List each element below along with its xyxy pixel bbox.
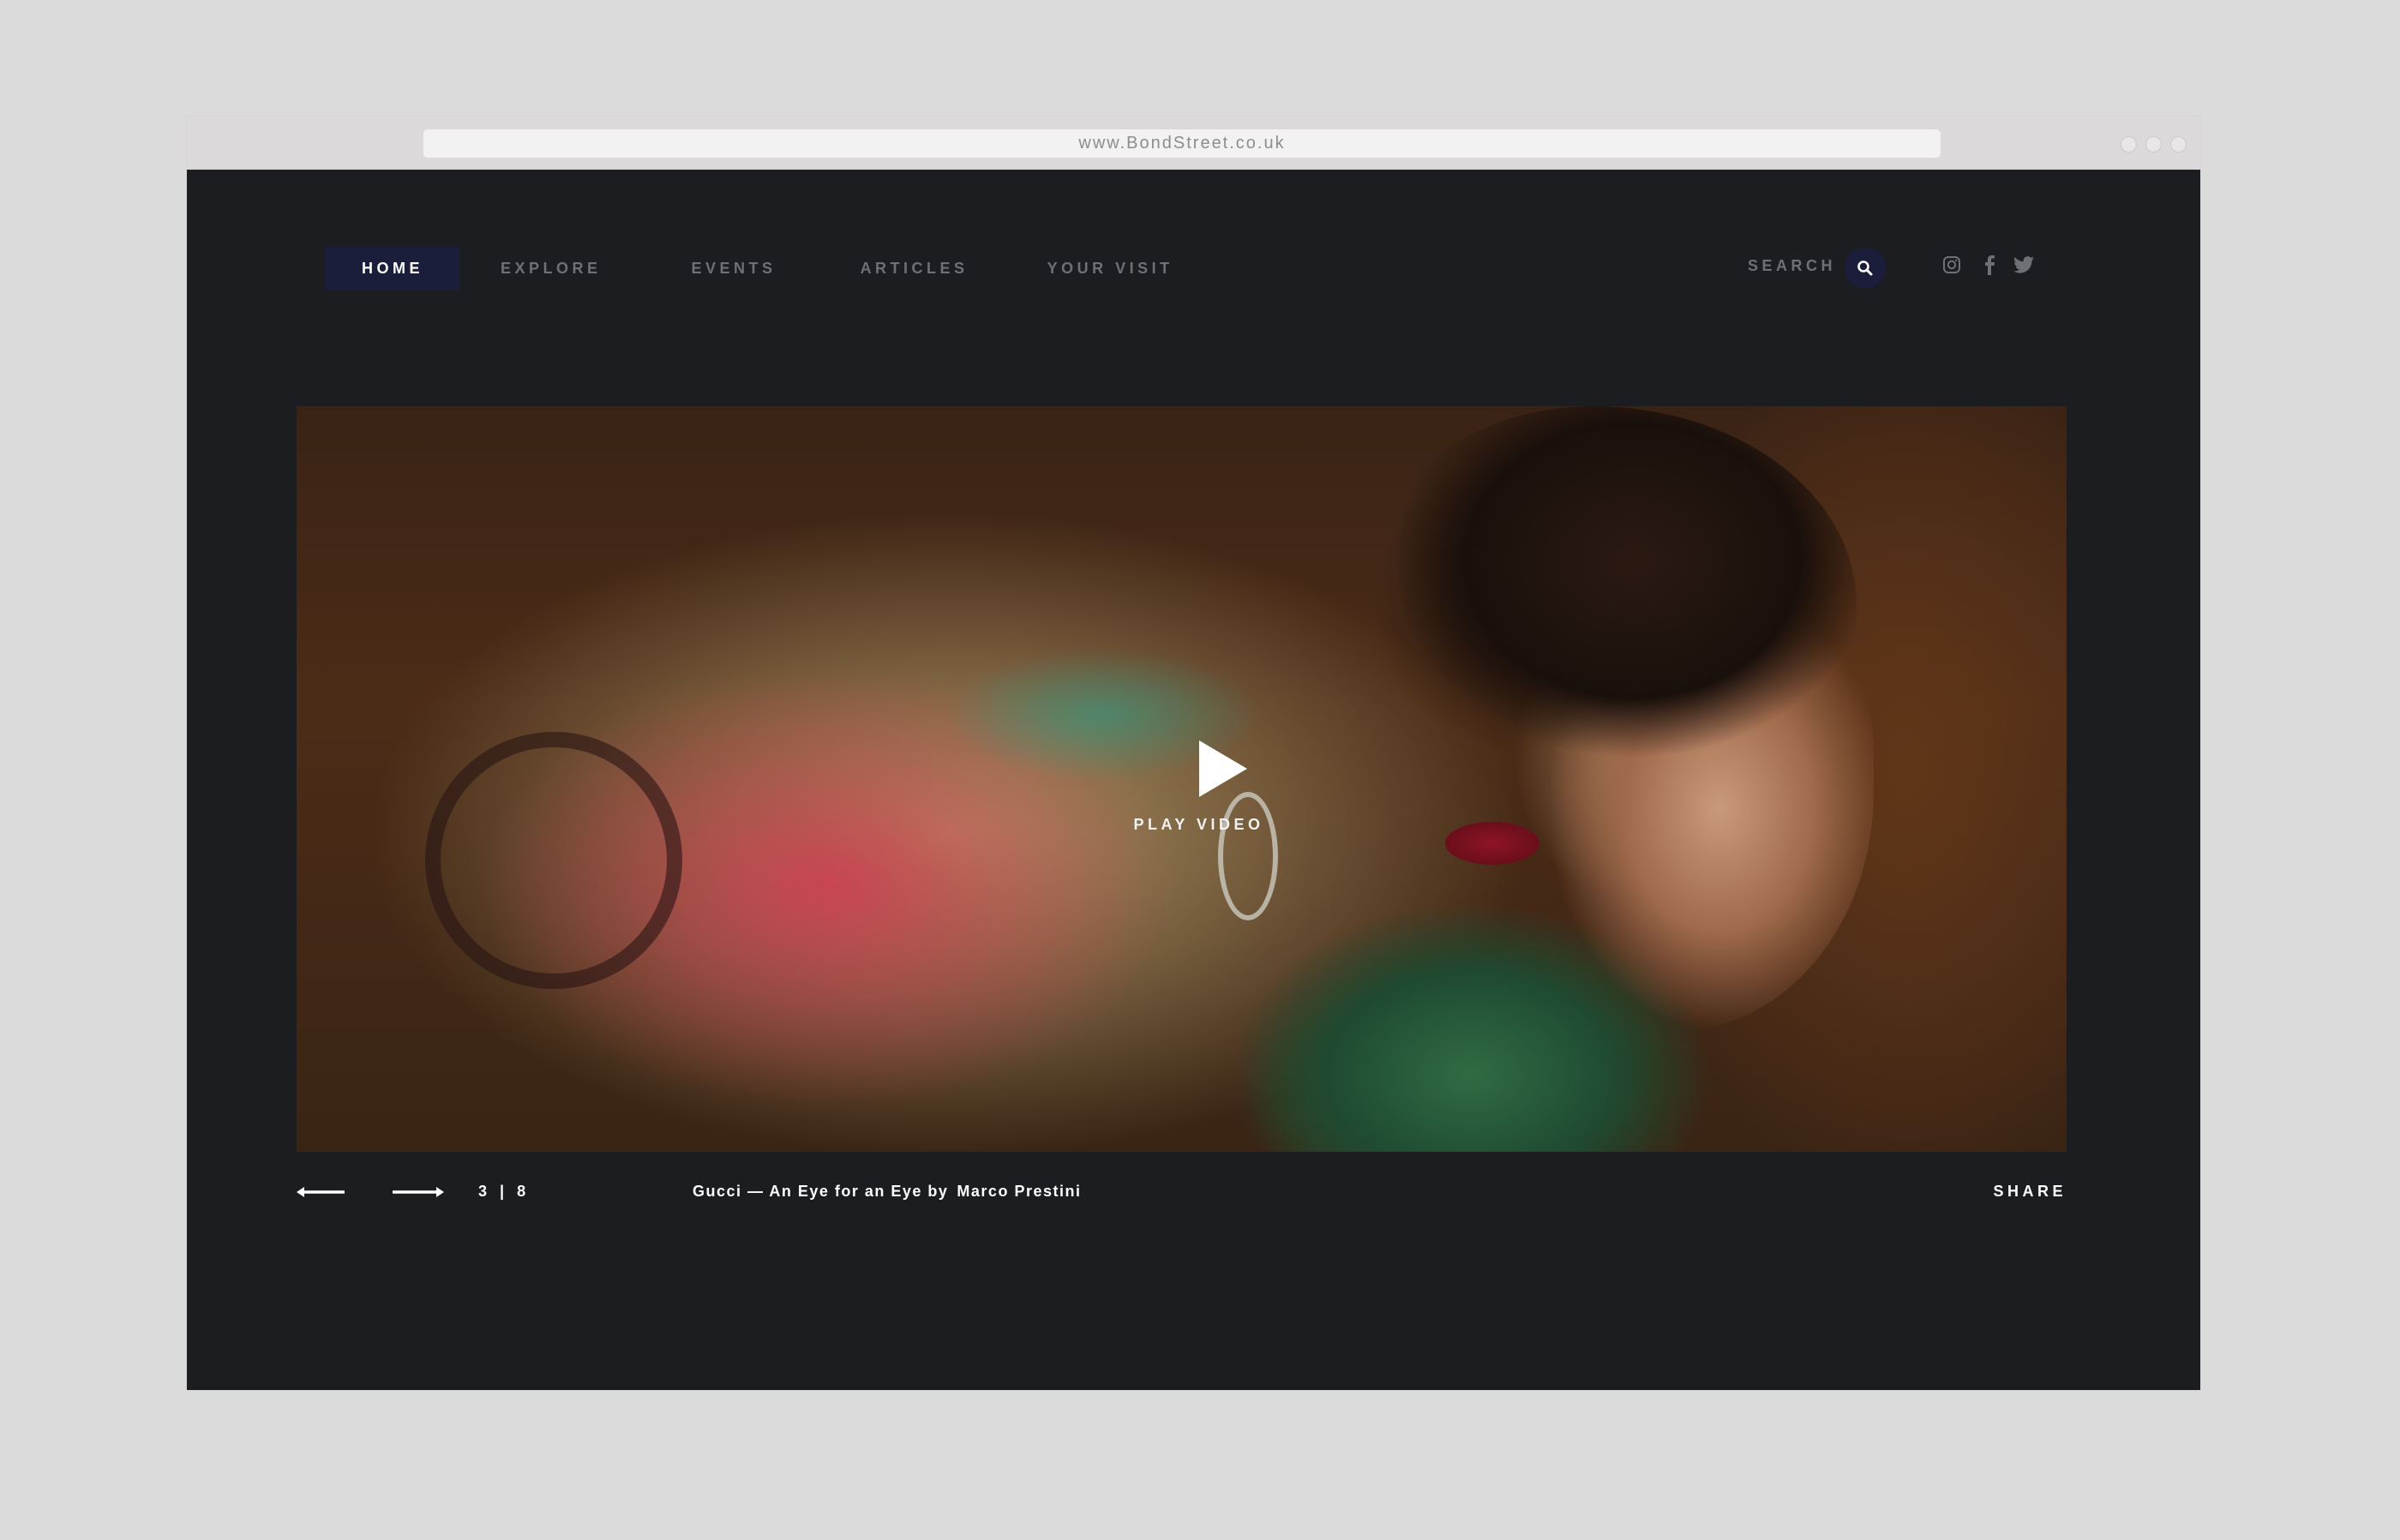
window-dot-2[interactable] xyxy=(2145,136,2162,153)
window-dot-3[interactable] xyxy=(2170,136,2187,153)
slider-controls: 3 | 8 Gucci — An Eye for an Eye by Marco Pr… xyxy=(297,1179,2067,1205)
window-dot-1[interactable] xyxy=(2121,136,2137,153)
hero-video[interactable]: PLAY VIDEO xyxy=(297,406,2067,1152)
slide-total: 8 xyxy=(517,1183,528,1200)
address-bar[interactable]: www.BondStreet.co.uk xyxy=(423,129,1941,158)
slide-caption: Gucci — An Eye for an Eye by Marco Presti… xyxy=(693,1183,1081,1201)
caption-title: Gucci — An Eye for an Eye by xyxy=(693,1183,949,1200)
nav-events[interactable]: EVENTS xyxy=(692,247,777,290)
hero-background-artwork xyxy=(425,732,682,989)
hero-earring xyxy=(1218,792,1278,920)
twitter-link[interactable] xyxy=(2013,254,2035,276)
nav-articles[interactable]: ARTICLES xyxy=(861,247,969,290)
play-video-label[interactable]: PLAY VIDEO xyxy=(297,816,2067,834)
main-nav: HOME EXPLORE EVENTS ARTICLES YOUR VISIT xyxy=(324,247,1173,290)
nav-home[interactable]: HOME xyxy=(324,247,459,290)
search-label[interactable]: SEARCH xyxy=(1748,257,1836,275)
share-button[interactable]: SHARE xyxy=(1993,1183,2067,1201)
slide-current: 3 xyxy=(478,1183,489,1200)
slide-separator: | xyxy=(500,1183,507,1200)
caption-author: Marco Prestini xyxy=(957,1183,1082,1200)
facebook-icon xyxy=(1985,255,1995,275)
browser-window: www.BondStreet.co.uk HOME EXPLORE EVENTS… xyxy=(187,117,2200,1390)
arrow-right-icon[interactable] xyxy=(393,1179,444,1205)
slide-counter: 3 | 8 xyxy=(478,1183,527,1201)
nav-your-visit[interactable]: YOUR VISIT xyxy=(1047,247,1173,290)
play-icon[interactable] xyxy=(1196,739,1251,799)
search-icon xyxy=(1857,261,1873,276)
hero-hair xyxy=(1377,406,1857,766)
website: HOME EXPLORE EVENTS ARTICLES YOUR VISIT … xyxy=(187,170,2200,1390)
browser-chrome: www.BondStreet.co.uk xyxy=(187,117,2200,170)
arrow-left-icon[interactable] xyxy=(297,1179,348,1205)
instagram-icon xyxy=(1943,256,1960,273)
instagram-link[interactable] xyxy=(1941,254,1963,276)
nav-explore[interactable]: EXPLORE xyxy=(501,247,602,290)
window-controls xyxy=(2121,136,2187,153)
facebook-link[interactable] xyxy=(1978,254,2001,276)
twitter-icon xyxy=(2013,256,2034,273)
search-button[interactable] xyxy=(1845,248,1886,289)
